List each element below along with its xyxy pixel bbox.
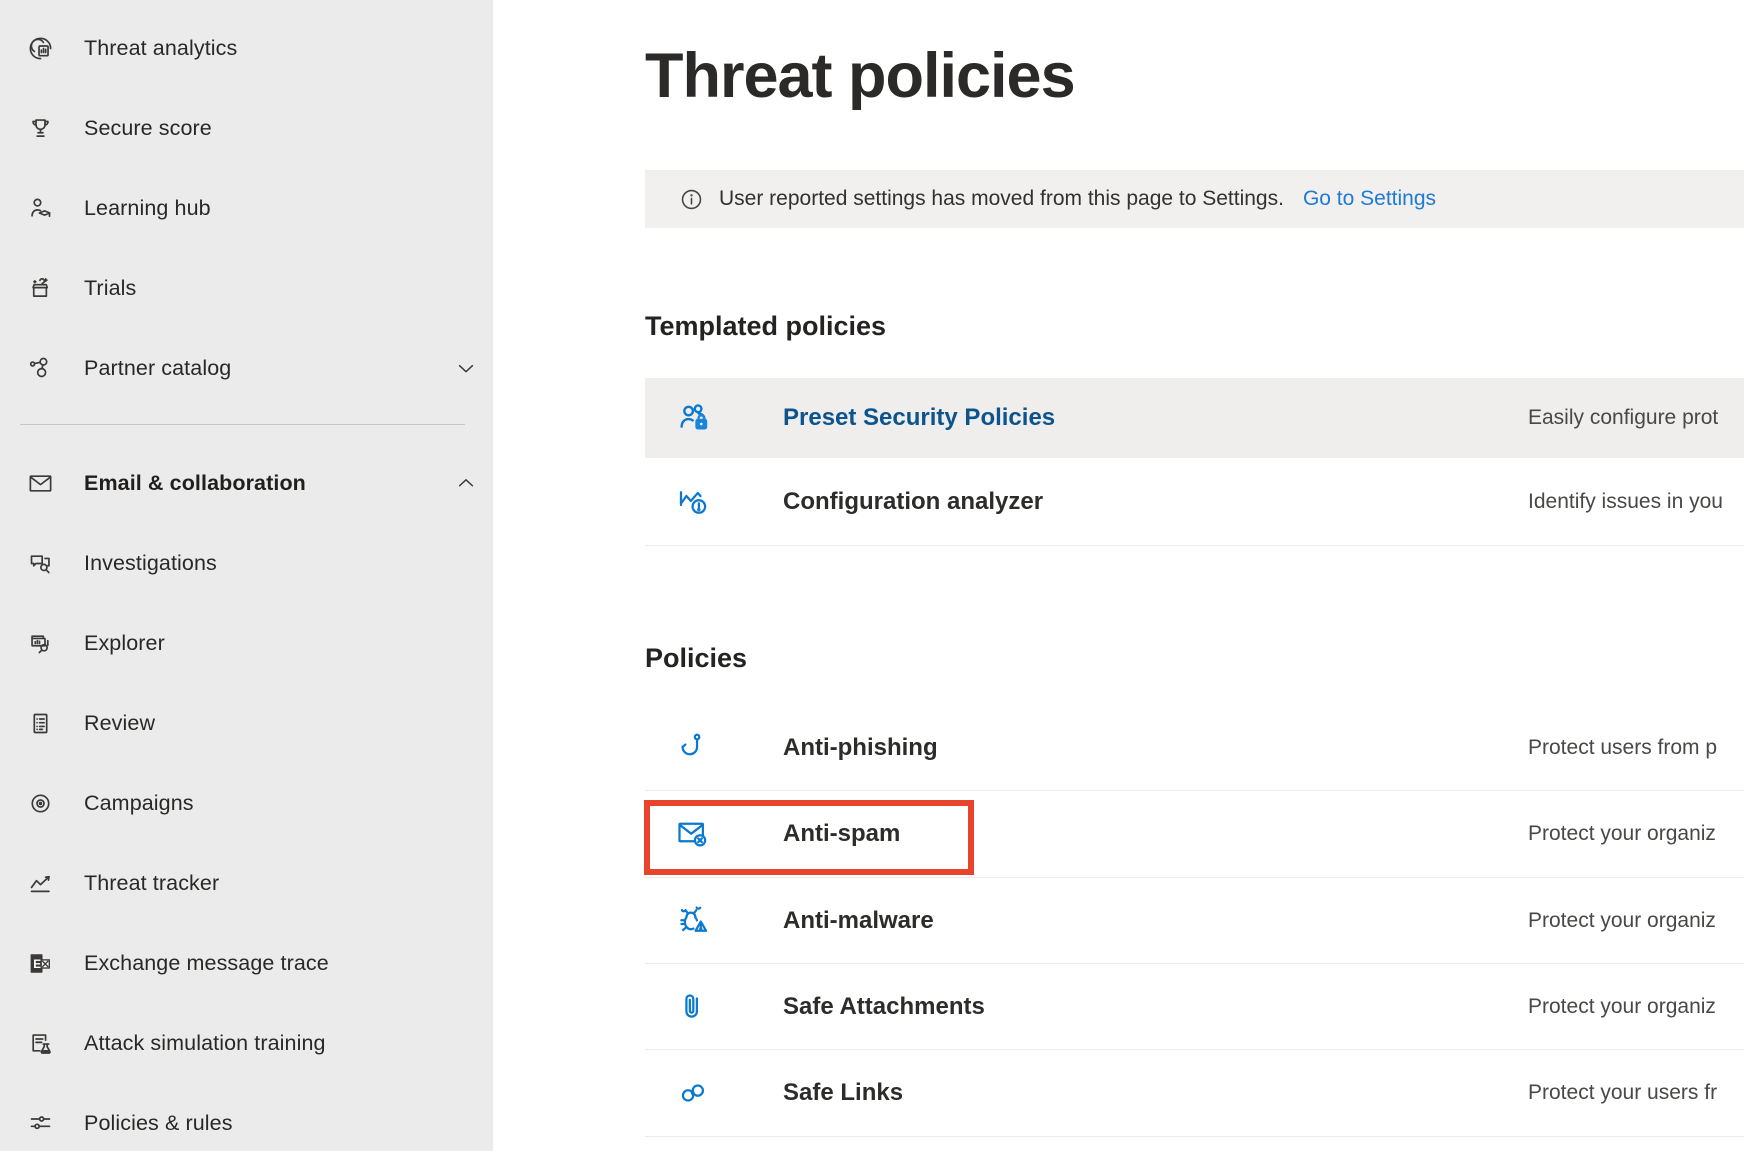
sidebar-item-partner-catalog[interactable]: Partner catalog [0,328,493,408]
row-label[interactable]: Anti-malware [783,907,934,935]
page-title: Threat policies [645,40,1075,112]
row-description: Protect your organiz [1528,822,1716,846]
sidebar-item-secure-score[interactable]: Secure score [0,88,493,168]
info-icon [679,187,704,212]
line-chart-icon [27,870,54,897]
row-anti-malware[interactable]: Anti-malware Protect your organiz [645,878,1744,964]
row-label[interactable]: Safe Attachments [783,993,985,1021]
row-preset-security-policies[interactable]: Preset Security Policies Easily configur… [645,378,1744,458]
sidebar-item-label: Learning hub [84,196,211,221]
sidebar-item-label: Threat tracker [84,871,219,896]
row-description: Identify issues in you [1528,490,1723,514]
templated-policies-heading: Templated policies [645,311,886,342]
row-safe-links[interactable]: Safe Links Protect your users fr [645,1050,1744,1137]
sidebar-item-label: Campaigns [84,791,194,816]
sidebar-item-investigations[interactable]: Investigations [0,523,493,603]
chevron-up-icon[interactable] [455,472,477,494]
row-label[interactable]: Anti-phishing [783,734,938,762]
trials-box-icon [27,275,54,302]
row-description: Protect users from p [1528,736,1717,760]
sidebar-item-label: Threat analytics [84,36,237,61]
graduate-person-icon [27,195,54,222]
sidebar-item-threat-tracker[interactable]: Threat tracker [0,843,493,923]
paperclip-icon [675,989,711,1025]
row-configuration-analyzer[interactable]: Configuration analyzer Identify issues i… [645,458,1744,546]
banner-text: User reported settings has moved from th… [719,187,1284,211]
envelope-icon [27,470,54,497]
row-description: Protect your users fr [1528,1081,1717,1105]
sidebar-divider [20,424,465,425]
sidebar-item-explorer[interactable]: Explorer [0,603,493,683]
sidebar-item-policies-rules[interactable]: Policies & rules [0,1083,493,1151]
fish-hook-icon [675,730,711,766]
threat-analytics-icon [27,35,54,62]
sidebar-item-label: Trials [84,276,136,301]
sidebar-item-label: Explorer [84,631,165,656]
people-lock-icon [675,399,713,437]
exchange-logo-icon: E [27,950,54,977]
main-content: Threat policies User reported settings h… [493,0,1744,1151]
sidebar-item-attack-simulation-training[interactable]: Attack simulation training [0,1003,493,1083]
mail-block-icon [675,816,711,852]
bullseye-icon [27,790,54,817]
go-to-settings-link[interactable]: Go to Settings [1303,187,1436,211]
sliders-icon [27,1110,54,1137]
sidebar-item-threat-analytics[interactable]: Threat analytics [0,8,493,88]
row-label[interactable]: Preset Security Policies [783,404,1055,432]
sidebar-item-exchange-message-trace[interactable]: E Exchange message trace [0,923,493,1003]
sidebar-item-label: Attack simulation training [84,1031,326,1056]
policies-heading: Policies [645,643,747,674]
sidebar-item-label: Secure score [84,116,212,141]
sidebar-item-label: Partner catalog [84,356,231,381]
sidebar-item-learning-hub[interactable]: Learning hub [0,168,493,248]
chevron-down-icon[interactable] [455,357,477,379]
info-banner: User reported settings has moved from th… [645,170,1744,228]
row-anti-phishing[interactable]: Anti-phishing Protect users from p [645,705,1744,791]
sidebar-item-label: Investigations [84,551,217,576]
sidebar-item-label: Policies & rules [84,1111,233,1136]
row-anti-spam[interactable]: Anti-spam Protect your organiz [645,791,1744,878]
sidebar-item-review[interactable]: Review [0,683,493,763]
app-root: Threat analytics Secure score Learning h… [0,0,1744,1151]
sidebar: Threat analytics Secure score Learning h… [0,0,493,1151]
sidebar-item-trials[interactable]: Trials [0,248,493,328]
chain-links-icon [675,1075,711,1111]
document-search-icon [27,630,54,657]
checklist-icon [27,710,54,737]
document-flask-icon [27,1030,54,1057]
svg-text:E: E [33,956,41,970]
row-description: Easily configure prot [1528,406,1718,430]
sidebar-item-email-collaboration[interactable]: Email & collaboration [0,443,493,523]
sidebar-item-label: Exchange message trace [84,951,329,976]
bug-warning-icon [675,903,711,939]
chat-search-icon [27,550,54,577]
partner-network-icon [27,355,54,382]
trophy-icon [27,115,54,142]
row-label[interactable]: Safe Links [783,1079,903,1107]
sidebar-item-label: Email & collaboration [84,471,306,496]
row-label[interactable]: Anti-spam [783,820,900,848]
sidebar-item-campaigns[interactable]: Campaigns [0,763,493,843]
row-description: Protect your organiz [1528,909,1716,933]
row-description: Protect your organiz [1528,995,1716,1019]
row-safe-attachments[interactable]: Safe Attachments Protect your organiz [645,964,1744,1050]
chart-alert-icon [675,484,711,520]
sidebar-item-label: Review [84,711,155,736]
row-label[interactable]: Configuration analyzer [783,488,1043,516]
